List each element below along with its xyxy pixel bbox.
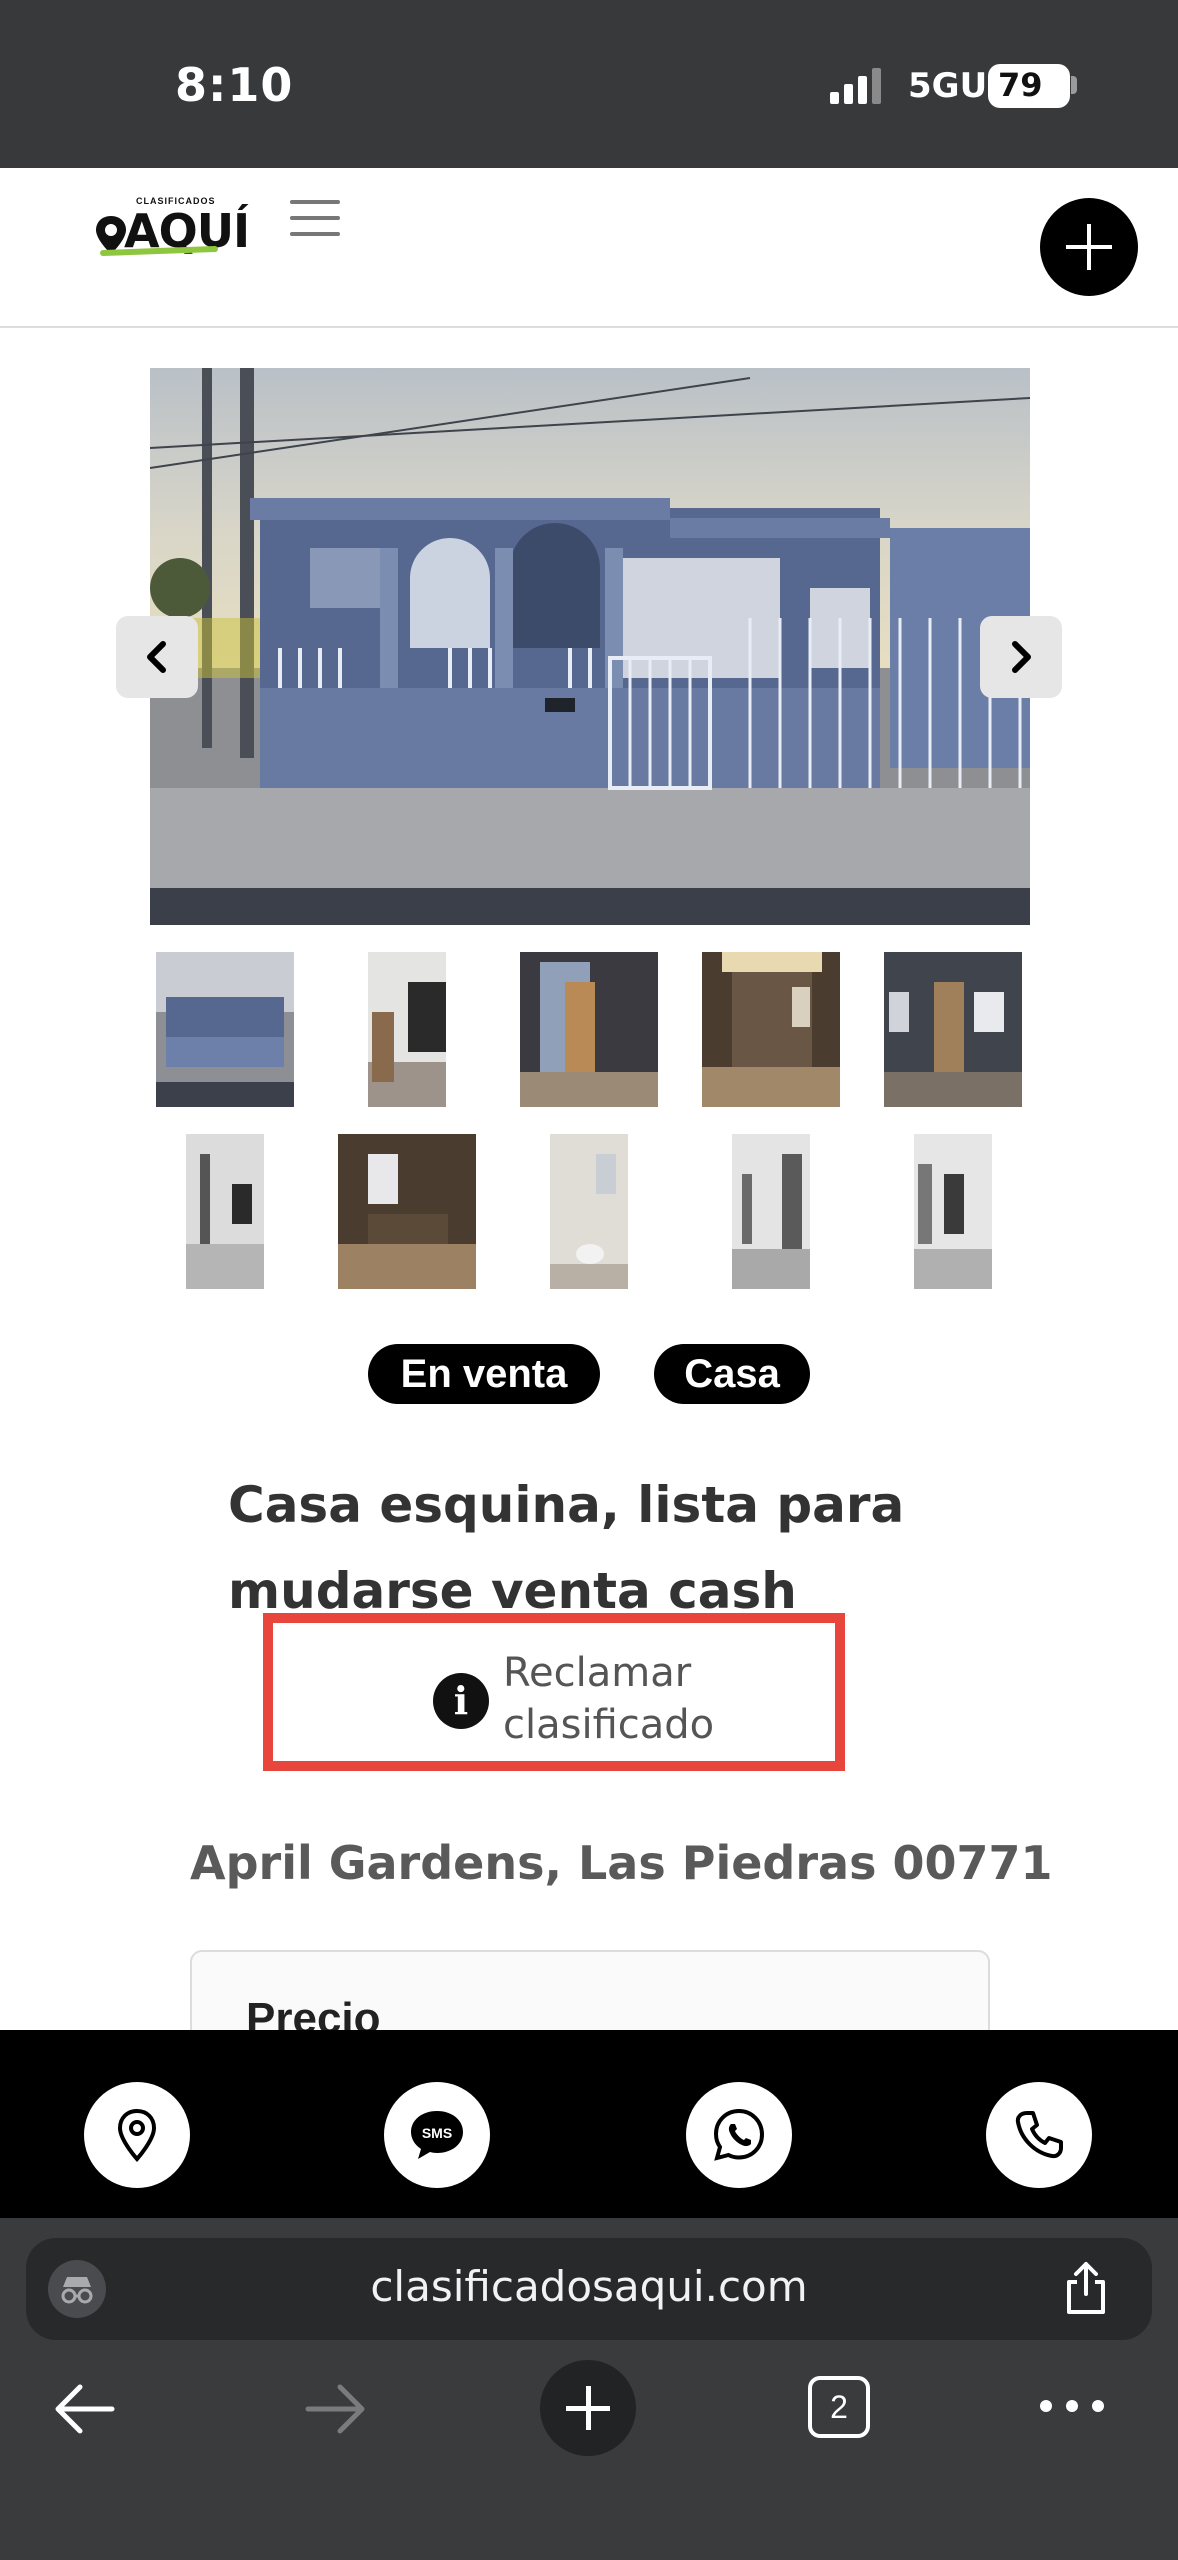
thumbnail-photo[interactable]: [732, 1134, 810, 1289]
whatsapp-button[interactable]: [686, 2082, 792, 2188]
url-text[interactable]: clasificadosaqui.com: [26, 2262, 1152, 2311]
tab-switcher-button[interactable]: 2: [808, 2376, 870, 2438]
thumbnail-photo[interactable]: [156, 952, 294, 1107]
thumbnail-photo[interactable]: [186, 1134, 264, 1289]
thumbnail-photo[interactable]: [520, 952, 658, 1107]
phone-call-button[interactable]: [986, 2082, 1092, 2188]
claim-label-line-2: clasificado: [503, 1702, 715, 1748]
status-bar: 8:10 5GUC 79: [0, 0, 1178, 168]
sms-icon-label: SMS: [422, 2125, 452, 2141]
hamburger-menu-icon[interactable]: [290, 200, 340, 240]
next-photo-button[interactable]: [980, 616, 1062, 698]
forward-arrow-icon[interactable]: [304, 2382, 368, 2436]
thumbnail-photo[interactable]: [550, 1134, 628, 1289]
new-tab-button[interactable]: [540, 2360, 636, 2456]
battery-level: 79: [998, 66, 1043, 104]
more-options-icon[interactable]: [1040, 2400, 1104, 2414]
tag-sale-type[interactable]: En venta: [368, 1344, 600, 1404]
sms-button[interactable]: SMS: [384, 2082, 490, 2188]
listing-title: Casa esquina, lista para mudarse venta c…: [228, 1462, 988, 1634]
contact-bar: SMS: [0, 2030, 1178, 2218]
back-arrow-icon[interactable]: [52, 2382, 116, 2436]
thumbnail-photo[interactable]: [702, 952, 840, 1107]
thumbnail-photo[interactable]: [884, 952, 1022, 1107]
battery-icon: 79: [988, 64, 1070, 108]
battery-tip: [1071, 76, 1077, 94]
map-location-button[interactable]: [84, 2082, 190, 2188]
info-icon: i: [433, 1673, 489, 1729]
thumbnail-photo[interactable]: [914, 1134, 992, 1289]
thumbnail-photo[interactable]: [338, 1134, 476, 1289]
address-bar[interactable]: clasificadosaqui.com: [26, 2238, 1152, 2340]
whatsapp-icon: [713, 2108, 765, 2161]
phone-icon: [1015, 2111, 1063, 2159]
listing-title-line-1: Casa esquina, lista para: [228, 1476, 905, 1534]
browser-toolbar: clasificadosaqui.com 2: [0, 2218, 1178, 2560]
chevron-right-icon: [1012, 641, 1031, 673]
site-logo[interactable]: CLASIFICADOS AQUÍ: [96, 194, 250, 258]
chevron-left-icon: [147, 641, 166, 673]
share-icon[interactable]: [1061, 2258, 1111, 2318]
claim-listing-button[interactable]: i Reclamar clasificado: [263, 1613, 845, 1771]
claim-label-line-1: Reclamar: [503, 1650, 692, 1696]
site-header: CLASIFICADOS AQUÍ: [0, 168, 1178, 328]
claim-listing-label: Reclamar clasificado: [503, 1647, 714, 1751]
status-time: 8:10: [175, 58, 294, 112]
thumbnail-photo[interactable]: [368, 952, 446, 1107]
listing-location: April Gardens, Las Piedras 00771: [190, 1836, 1053, 1890]
signal-icon: [830, 68, 881, 104]
tag-property-type[interactable]: Casa: [654, 1344, 810, 1404]
previous-photo-button[interactable]: [116, 616, 198, 698]
add-listing-button[interactable]: [1040, 198, 1138, 296]
map-pin-icon: [117, 2108, 157, 2162]
main-listing-photo: [150, 368, 1030, 925]
sms-icon: SMS: [411, 2111, 463, 2159]
